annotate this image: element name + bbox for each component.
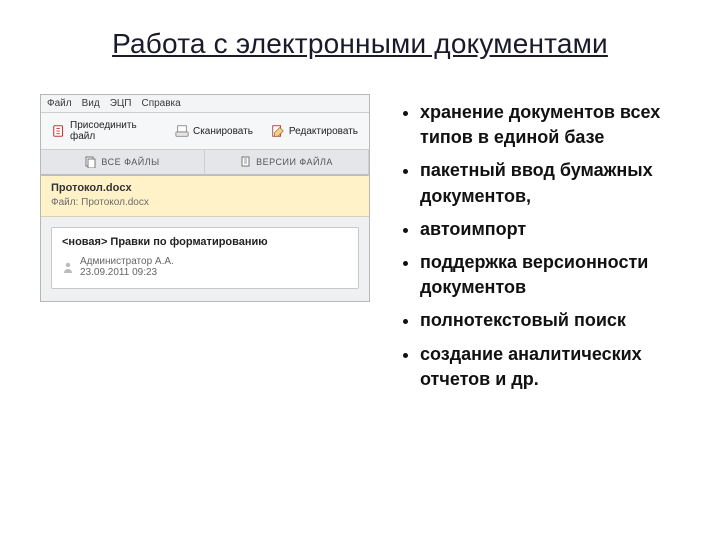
menu-item-file[interactable]: Файл — [47, 98, 72, 109]
list-item: пакетный ввод бумажных документов, — [420, 158, 680, 208]
menu-item-view[interactable]: Вид — [82, 98, 100, 109]
user-icon — [62, 261, 74, 273]
tab-versions-label: ВЕРСИИ ФАЙЛА — [256, 157, 333, 167]
file-name: Протокол.docx — [51, 182, 359, 194]
bullet-list: хранение документов всех типов в единой … — [398, 94, 680, 400]
edit-label: Редактировать — [289, 126, 358, 137]
list-item: поддержка версионности документов — [420, 250, 680, 300]
tab-all-files[interactable]: ВСЕ ФАЙЛЫ — [41, 150, 205, 176]
revision-author: Администратор А.А. — [80, 256, 174, 267]
file-label: Файл: — [51, 197, 78, 208]
list-item: полнотекстовый поиск — [420, 308, 680, 333]
revision-date: 23.09.2011 09:23 — [80, 267, 174, 278]
scan-button[interactable]: Сканировать — [170, 117, 258, 145]
menu-item-ecp[interactable]: ЭЦП — [110, 98, 132, 109]
scanner-icon — [175, 124, 189, 138]
toolbar: Присоединить файл Сканировать Редактиров… — [41, 113, 369, 150]
list-item: создание аналитических отчетов и др. — [420, 342, 680, 392]
file-header: Протокол.docx Файл: Протокол.docx — [41, 176, 369, 217]
attach-file-label: Присоединить файл — [70, 120, 157, 142]
versions-icon — [240, 156, 252, 168]
scan-label: Сканировать — [193, 126, 253, 137]
files-icon — [85, 156, 97, 168]
list-item: хранение документов всех типов в единой … — [420, 100, 680, 150]
attach-icon — [52, 124, 66, 138]
edit-icon — [271, 124, 285, 138]
revision-title: <новая> Правки по форматированию — [62, 236, 348, 248]
page-title: Работа с электронными документами — [40, 28, 680, 60]
tabs: ВСЕ ФАЙЛЫ ВЕРСИИ ФАЙЛА — [41, 150, 369, 176]
tab-versions[interactable]: ВЕРСИИ ФАЙЛА — [205, 150, 369, 176]
menu-bar: Файл Вид ЭЦП Справка — [41, 95, 369, 113]
menu-item-help[interactable]: Справка — [141, 98, 180, 109]
attach-file-button[interactable]: Присоединить файл — [47, 117, 162, 145]
edit-button[interactable]: Редактировать — [266, 117, 363, 145]
tab-all-files-label: ВСЕ ФАЙЛЫ — [101, 157, 159, 167]
revision-card: <новая> Правки по форматированию Админис… — [51, 227, 359, 289]
app-window: Файл Вид ЭЦП Справка Присоединить файл — [40, 94, 370, 302]
embedded-screenshot: Файл Вид ЭЦП Справка Присоединить файл — [40, 94, 370, 400]
revision-meta-text: Администратор А.А. 23.09.2011 09:23 — [80, 256, 174, 278]
file-subline: Файл: Протокол.docx — [51, 197, 359, 208]
list-item: автоимпорт — [420, 217, 680, 242]
file-value: Протокол.docx — [81, 197, 149, 208]
